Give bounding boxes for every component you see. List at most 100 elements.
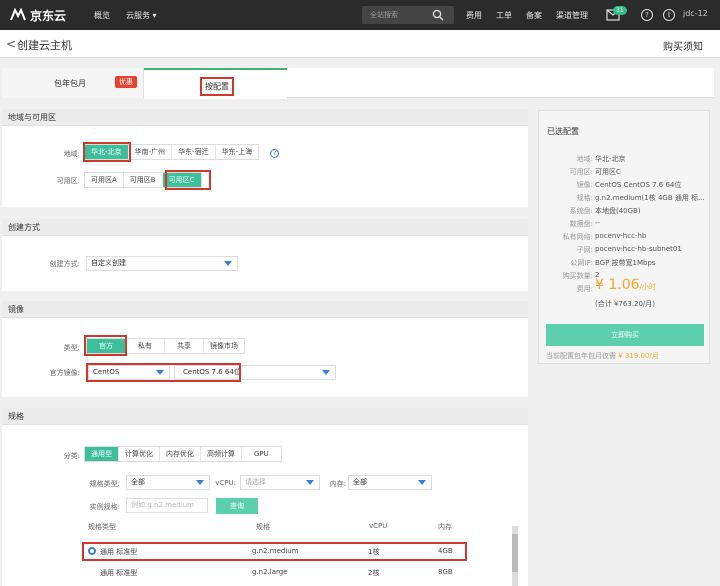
highlight-box — [82, 542, 467, 561]
zone-option[interactable]: 可用区B — [124, 173, 163, 187]
summary-key: 地域: — [576, 155, 593, 163]
back-icon[interactable]: < — [6, 37, 16, 51]
nav-cloud-services[interactable]: 云服务 ▾ — [126, 10, 157, 21]
page-header: < 创建云主机 购买须知 — [0, 30, 720, 58]
instance-spec-input[interactable]: 例如:g.n2.medium — [126, 498, 208, 513]
help-icon[interactable]: ? — [270, 149, 279, 158]
vcpu-placeholder: 请选择 — [245, 478, 266, 486]
monthly-total: (合计 ¥763.20/月) — [595, 300, 655, 308]
create-method-value: 自定义创建 — [91, 259, 126, 267]
link-tickets[interactable]: 工单 — [496, 10, 512, 21]
tab-pay-as-you-go[interactable]: 按配置 — [144, 68, 287, 99]
memory-value: 全部 — [353, 478, 367, 486]
query-button[interactable]: 查询 — [216, 498, 258, 514]
summary-value: g.n2.medium(1核 4GB 通用 标... — [595, 194, 705, 202]
summary-key: 镜像: — [576, 181, 593, 189]
vcpu-cell: 2核 — [368, 569, 380, 577]
link-billing[interactable]: 费用 — [466, 10, 482, 21]
spec-category-option[interactable]: 内存优化 — [160, 447, 201, 461]
highlight-box — [165, 170, 211, 190]
monthly-hint: 当前配置包年包月仅需 ¥ 319.00/月 — [546, 351, 659, 361]
top-links: 费用 工单 备案 渠道管理 — [466, 0, 602, 30]
summary-key: 数据盘: — [569, 220, 593, 228]
billing-tabs: 包年包月 优惠 按配置 — [2, 68, 714, 99]
official-image-label: 官方镜像: — [49, 369, 80, 377]
logo[interactable]: 京东云 — [10, 7, 80, 24]
cloud-logo-icon — [10, 8, 26, 21]
table-scrollbar[interactable] — [512, 526, 518, 586]
region-panel: 地域与可用区 地域: 华北-北京 华南-广州 华东-宿迁 华东-上海 ? 可用区… — [2, 109, 528, 207]
spec-cell: g.n2.large — [252, 568, 288, 576]
hint-price[interactable]: ¥ 319.00/月 — [618, 352, 659, 360]
region-panel-title: 地域与可用区 — [2, 109, 528, 126]
summary-key: 购买数量: — [562, 272, 593, 280]
column-header: 规格 — [256, 523, 270, 531]
price-label: 费用: — [576, 285, 593, 293]
summary-key: 可用区: — [569, 168, 593, 176]
summary-value: pocenv-hcc-hb-subnet01 — [595, 245, 682, 253]
image-type-option[interactable]: 共享 — [165, 339, 204, 353]
spec-type-select[interactable]: 全部 — [126, 475, 210, 490]
summary-value: BGP 按带宽1Mbps — [595, 259, 656, 267]
scrollbar-thumb[interactable] — [512, 534, 518, 572]
tab-payg-label: 按配置 — [200, 77, 234, 96]
spec-category-option[interactable]: 计算优化 — [119, 447, 160, 461]
user-name[interactable]: jdc-12 — [683, 9, 708, 18]
column-header: 内存 — [438, 523, 452, 531]
highlight-box — [86, 363, 241, 382]
create-method-label: 创建方式: — [49, 260, 80, 268]
zone-label: 可用区: — [56, 177, 80, 185]
memory-select[interactable]: 全部 — [348, 475, 432, 490]
link-channel[interactable]: 渠道管理 — [556, 10, 588, 21]
spec-category-option[interactable]: 高频计算 — [201, 447, 242, 461]
table-row[interactable]: 通用 标准型 g.n2.large 2核 8GB — [82, 566, 512, 583]
page-title: 创建云主机 — [17, 39, 72, 52]
summary-key: 规格: — [576, 194, 593, 202]
config-summary: 已选配置 地域: 华北-北京 可用区: 可用区C 镜像: CentOS CentOS … — [538, 110, 710, 364]
spec-category-option[interactable]: GPU — [242, 447, 281, 461]
summary-value: 可用区C — [595, 168, 621, 176]
highlight-box — [84, 335, 127, 356]
discount-badge: 优惠 — [115, 76, 137, 88]
logo-text: 京东云 — [30, 8, 67, 23]
spec-type-label: 规格类型: — [89, 480, 120, 488]
column-header: vCPU — [369, 522, 388, 530]
price-value: ¥ 1.06 — [595, 277, 640, 293]
search-icon[interactable] — [432, 9, 444, 21]
image-type-option[interactable]: 私有 — [126, 339, 165, 353]
summary-value: -- — [595, 219, 601, 227]
chevron-down-icon — [306, 480, 314, 485]
create-panel-title: 创建方式 — [2, 219, 528, 236]
region-option[interactable]: 华东-宿迁 — [172, 145, 216, 159]
summary-key: 系统盘: — [569, 207, 593, 215]
spec-category-option[interactable]: 通用型 — [85, 447, 119, 461]
create-method-select[interactable]: 自定义创建 — [86, 256, 238, 271]
summary-value: pocenv-hcc-hb — [595, 232, 647, 240]
memory-cell: 8GB — [438, 568, 453, 576]
spec-type-value: 全部 — [131, 478, 145, 486]
region-label: 地域: — [63, 150, 80, 158]
image-type-option[interactable]: 镜像市场 — [204, 339, 244, 353]
image-panel: 镜像 类型: 官方 私有 共享 镜像市场 官方镜像: CentOS CentOS… — [2, 301, 528, 397]
purchase-notice-link[interactable]: 购买须知 — [663, 38, 703, 53]
buy-now-button[interactable]: 立即购买 — [546, 324, 704, 346]
region-option[interactable]: 华东-上海 — [216, 145, 259, 159]
hint-text: 当前配置包年包月仅需 — [546, 352, 616, 360]
help-icon[interactable]: ? — [641, 9, 653, 21]
create-method-panel: 创建方式 创建方式: 自定义创建 — [2, 219, 528, 291]
chevron-down-icon — [196, 480, 204, 485]
spec-table-header: 规格类型 规格 vCPU 内存 — [82, 522, 518, 536]
upload-icon[interactable]: ⇧ — [663, 9, 675, 21]
chevron-down-icon — [224, 261, 232, 266]
zone-option[interactable]: 可用区A — [85, 173, 124, 187]
summary-key: 子网: — [576, 246, 593, 254]
vcpu-select[interactable]: 请选择 — [240, 475, 320, 490]
summary-key: 私有网络: — [562, 233, 593, 241]
nav-overview[interactable]: 概览 — [94, 10, 110, 21]
region-option[interactable]: 华南-广州 — [129, 145, 173, 159]
tab-monthly[interactable]: 包年包月 优惠 — [2, 68, 144, 98]
hourly-price: ¥ 1.06/小时 — [595, 277, 656, 293]
main-nav: 概览 云服务 ▾ — [94, 10, 173, 21]
spec-panel-title: 规格 — [2, 408, 528, 425]
link-filing[interactable]: 备案 — [526, 10, 542, 21]
